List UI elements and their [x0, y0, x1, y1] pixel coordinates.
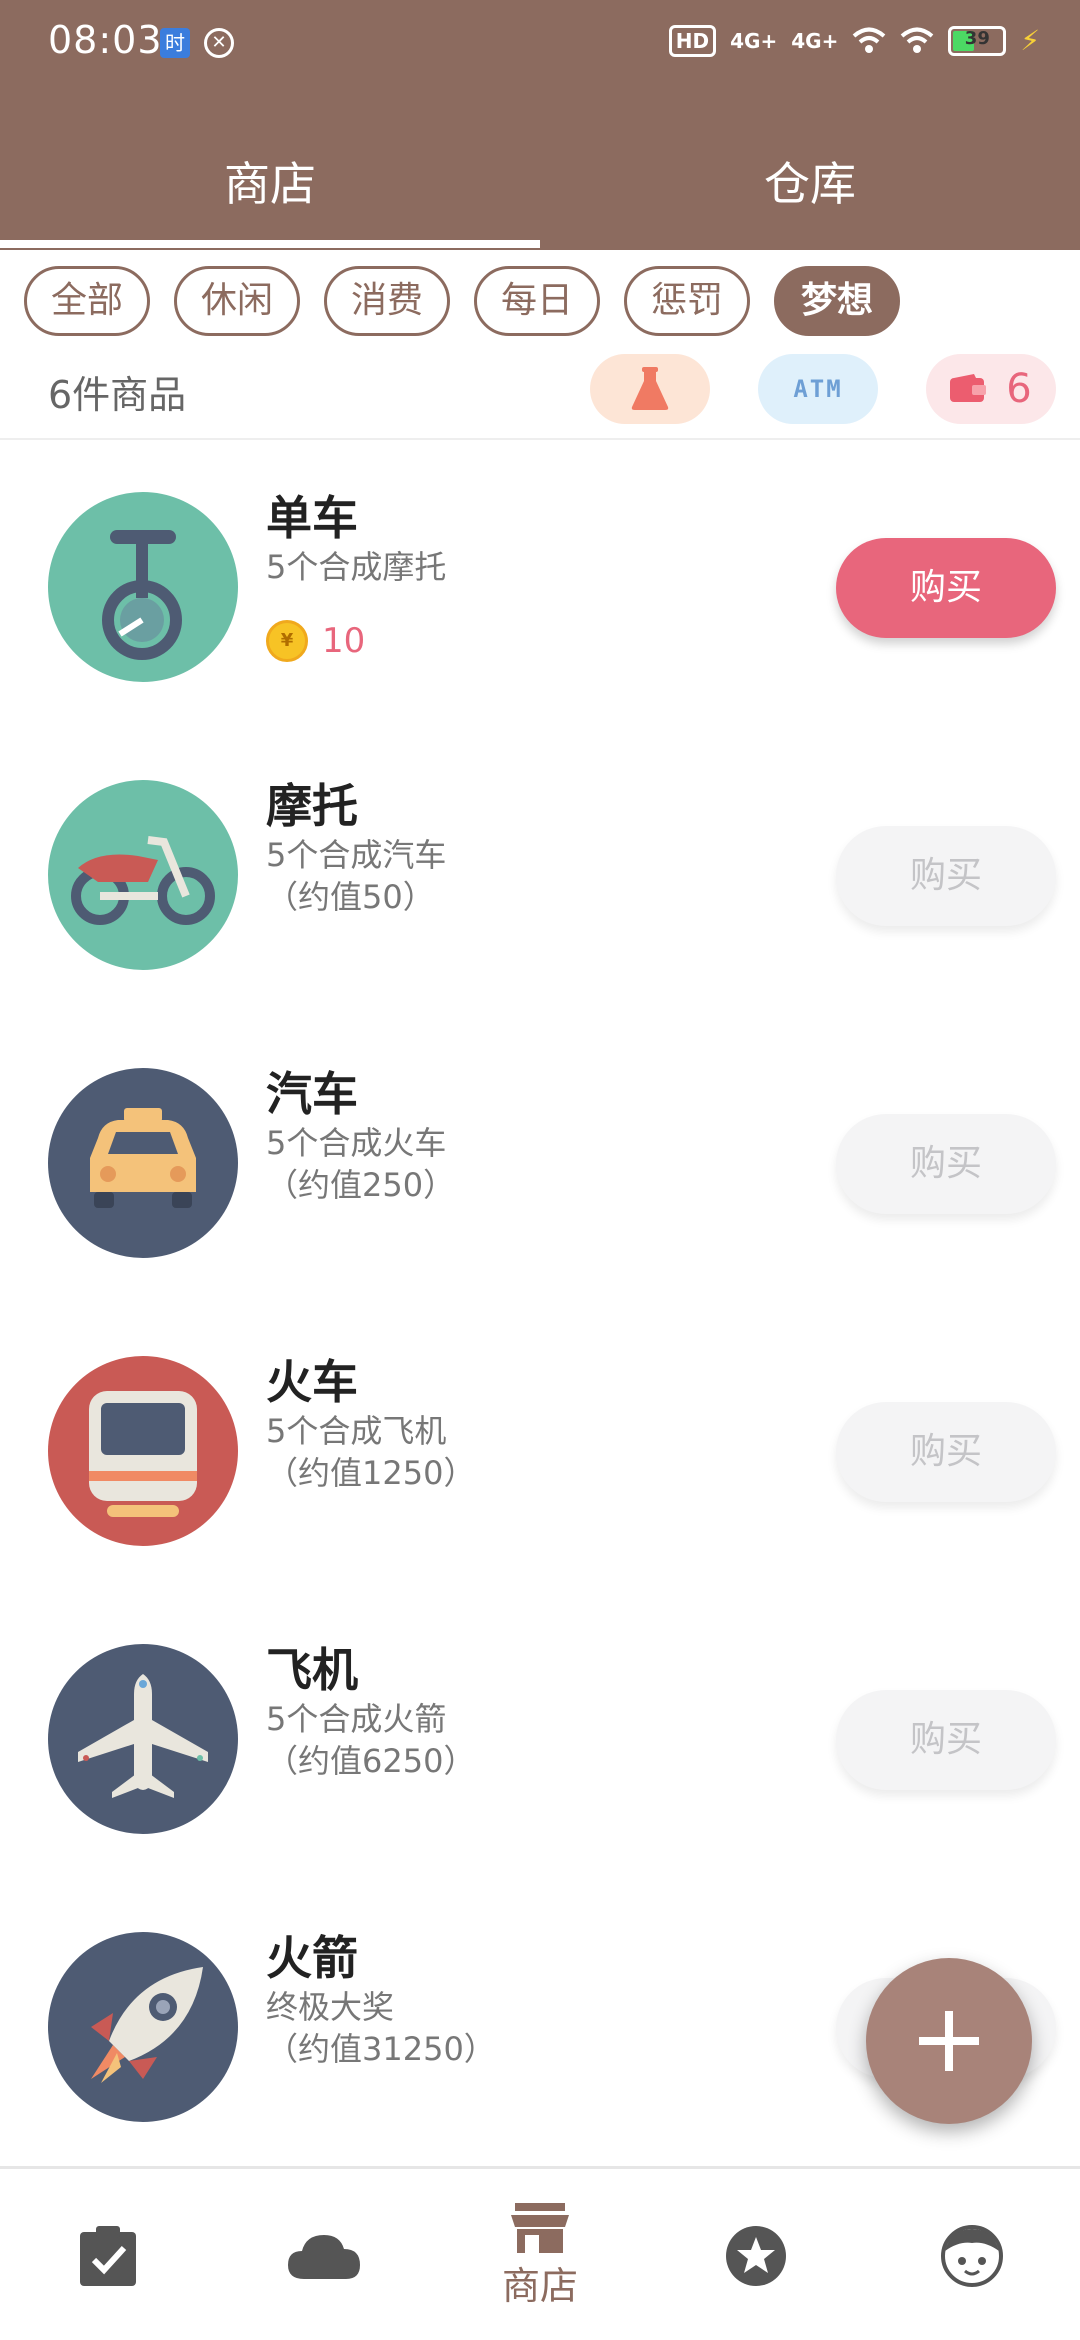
nav-store-label: 商店: [501, 2263, 578, 2308]
flask-icon: [631, 367, 669, 410]
buy-button[interactable]: 购买: [836, 1402, 1056, 1502]
star-icon: [726, 2226, 786, 2286]
buy-button[interactable]: 购买: [836, 1690, 1056, 1790]
app-notification-icon: 时: [160, 28, 190, 58]
price-value: 10: [322, 621, 366, 661]
nav-cloud[interactable]: [216, 2169, 432, 2340]
signal-icon-1: 4G+: [730, 28, 778, 53]
face-icon: [941, 2225, 1003, 2287]
item-title: 火车: [266, 1355, 358, 1409]
rocket-icon: [91, 1967, 203, 2083]
item-title: 火箭: [266, 1931, 358, 1985]
train-icon: [89, 1391, 197, 1517]
item-desc-line1: 5个合成火箭: [266, 1700, 447, 1738]
item-count: 6件商品: [48, 373, 187, 417]
unicycle-icon: [102, 530, 182, 660]
item-desc: 5个合成飞机 （约值1250）: [266, 1410, 475, 1494]
filter-chip-daily[interactable]: 每日: [474, 266, 600, 336]
wifi-icon-2: [901, 27, 934, 53]
item-desc-line1: 5个合成火车: [266, 1124, 447, 1162]
wallet-value: 6: [1006, 366, 1032, 412]
item-desc-line2: （约值50）: [266, 878, 435, 916]
tab-warehouse[interactable]: 仓库: [540, 148, 1080, 214]
item-avatar: [48, 1068, 238, 1258]
item-title: 摩托: [266, 779, 358, 833]
signal-icon-2: 4G+: [791, 28, 839, 53]
item-desc-line2: （约值6250）: [266, 1742, 476, 1780]
store-icon: [511, 2202, 569, 2253]
filter-chip-consume[interactable]: 消费: [324, 266, 450, 336]
wallet-button[interactable]: 6: [926, 354, 1056, 424]
blocked-notification-icon: ✕: [204, 28, 234, 58]
item-title: 汽车: [266, 1067, 358, 1121]
item-price: ¥ 10: [266, 620, 365, 662]
item-desc-line1: 终极大奖: [266, 1988, 395, 2026]
nav-profile[interactable]: [864, 2169, 1080, 2340]
filter-chips: 全部 休闲 消费 每日 惩罚 梦想: [24, 266, 900, 336]
item-avatar: [48, 492, 238, 682]
item-desc-line2: （约值250）: [266, 1166, 456, 1204]
summary-bar: 6件商品 ATM 6: [0, 350, 1080, 440]
hd-icon: HD: [668, 24, 717, 57]
list-item: 汽车 5个合成火车 （约值250） 购买: [0, 1018, 1080, 1306]
item-title: 单车: [266, 491, 358, 545]
item-desc: 5个合成汽车 （约值50）: [266, 834, 446, 918]
app-header: 08:03 时 ✕ HD 4G+ 4G+ 39 ⚡ 商店 仓库: [0, 0, 1080, 250]
filter-chip-all[interactable]: 全部: [24, 266, 150, 336]
nav-tasks[interactable]: [0, 2169, 216, 2340]
top-tabs: 商店 仓库: [0, 120, 1080, 250]
battery-icon: 39: [948, 25, 1007, 56]
car-icon: [90, 1108, 196, 1208]
item-desc: 终极大奖 （约值31250）: [266, 1986, 496, 2070]
item-avatar: [48, 1932, 238, 2122]
buy-button[interactable]: 购买: [836, 538, 1056, 638]
item-avatar: [48, 780, 238, 970]
nav-store[interactable]: 商店: [432, 2169, 648, 2340]
item-avatar: [48, 1356, 238, 1546]
item-desc-line2: （约值1250）: [266, 1454, 476, 1492]
item-desc: 5个合成火车 （约值250）: [266, 1122, 455, 1206]
filter-chip-penalty[interactable]: 惩罚: [624, 266, 750, 336]
item-desc: 5个合成摩托: [266, 548, 447, 586]
item-desc-line2: （约值31250）: [266, 2030, 496, 2068]
battery-level: 39: [964, 27, 990, 49]
bottom-nav: 商店: [0, 2166, 1080, 2340]
atm-button[interactable]: ATM: [758, 354, 878, 424]
motorcycle-icon: [71, 836, 215, 925]
filter-chip-leisure[interactable]: 休闲: [174, 266, 300, 336]
charging-icon: ⚡: [1020, 24, 1040, 57]
list-item: 火车 5个合成飞机 （约值1250） 购买: [0, 1306, 1080, 1594]
list-item: 单车 5个合成摩托 ¥ 10 购买: [0, 442, 1080, 730]
buy-button[interactable]: 购买: [836, 1114, 1056, 1214]
item-title: 飞机: [266, 1643, 358, 1697]
tab-indicator: [0, 240, 540, 248]
list-item: 飞机 5个合成火箭 （约值6250） 购买: [0, 1594, 1080, 1882]
list-item: 摩托 5个合成汽车 （约值50） 购买: [0, 730, 1080, 1018]
coin-icon: ¥: [266, 620, 308, 662]
status-bar: 08:03 时 ✕ HD 4G+ 4G+ 39 ⚡: [0, 10, 1080, 70]
item-desc-line1: 5个合成飞机: [266, 1412, 447, 1450]
item-desc-line1: 5个合成汽车: [266, 836, 447, 874]
item-avatar: [48, 1644, 238, 1834]
wifi-icon-1: [853, 27, 886, 53]
buy-button[interactable]: 购买: [836, 826, 1056, 926]
clipboard-check-icon: [80, 2226, 136, 2286]
add-button[interactable]: [866, 1958, 1032, 2124]
item-desc: 5个合成火箭 （约值6250）: [266, 1698, 475, 1782]
flask-button[interactable]: [590, 354, 710, 424]
nav-favorites[interactable]: [648, 2169, 864, 2340]
airplane-icon: [78, 1674, 208, 1798]
status-icons: HD 4G+ 4G+ 39 ⚡: [668, 24, 1040, 57]
cloud-icon: [288, 2235, 360, 2279]
status-time: 08:03: [48, 18, 163, 62]
wallet-icon: [950, 374, 987, 402]
atm-label: ATM: [793, 375, 843, 403]
filter-chip-dream[interactable]: 梦想: [774, 266, 900, 336]
tab-store[interactable]: 商店: [0, 148, 540, 214]
